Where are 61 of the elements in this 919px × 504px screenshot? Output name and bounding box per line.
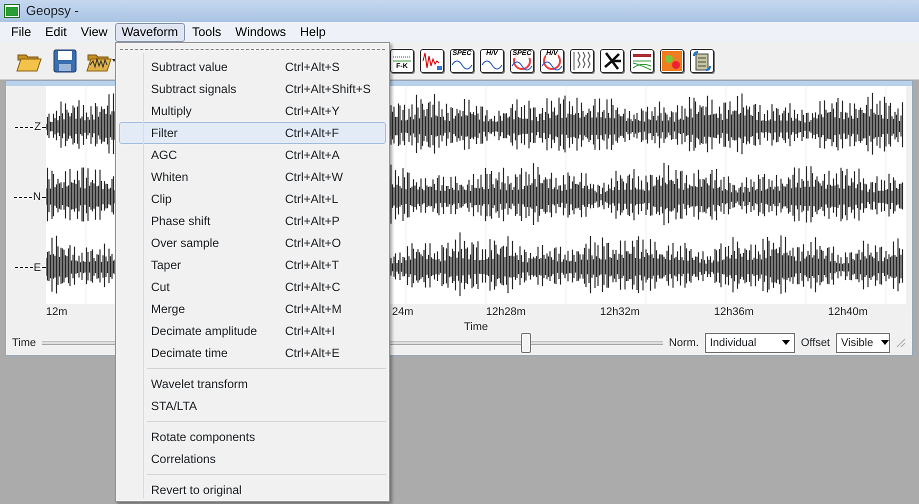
menu-item[interactable]: Tools xyxy=(185,22,228,42)
tick-mark xyxy=(14,267,33,268)
slider-thumb[interactable] xyxy=(521,332,532,353)
axis-tick-label: 12h40m xyxy=(828,304,868,320)
menu-item[interactable]: File xyxy=(4,22,38,42)
axis-tick-label: 12h36m xyxy=(714,304,754,320)
window-title: Geopsy - xyxy=(26,2,79,20)
trace-label: N xyxy=(33,190,41,206)
menu-item[interactable]: Edit xyxy=(38,22,74,42)
menu-item[interactable]: STA/LTA xyxy=(119,395,386,417)
menu-item[interactable]: Revert to original xyxy=(119,479,386,501)
menu-item[interactable]: Wavelet transform xyxy=(119,373,386,395)
menu-item[interactable]: Subtract value Ctrl+Alt+S xyxy=(119,56,386,78)
menu-item[interactable]: Decimate time Ctrl+Alt+E xyxy=(119,342,386,364)
map-tool-button[interactable] xyxy=(660,48,684,72)
grid-lines-icon xyxy=(391,54,413,64)
tick-mark xyxy=(15,126,34,128)
caret-icon xyxy=(881,340,890,346)
menu-item[interactable]: Whiten Ctrl+Alt+W xyxy=(119,166,386,188)
axis-tick-label: 24m xyxy=(392,304,414,320)
menu-item[interactable]: Windows xyxy=(228,22,293,42)
menu-item[interactable]: Clip Ctrl+Alt+L xyxy=(119,188,386,210)
normalization-dropdown[interactable]: Individual xyxy=(704,332,795,353)
slider-label: Time xyxy=(12,336,36,350)
menu-item[interactable]: Multiply Ctrl+Alt+Y xyxy=(119,100,386,122)
trace-label: Z xyxy=(34,120,41,135)
menu-item[interactable]: Over sample Ctrl+Alt+O xyxy=(119,232,386,254)
menu-item[interactable]: Correlations xyxy=(119,448,386,470)
polar-tool-button[interactable] xyxy=(600,48,624,72)
dispersion-tool-button[interactable] xyxy=(630,48,654,72)
document-arrows-icon xyxy=(691,50,713,72)
menu-item[interactable]: Help xyxy=(292,22,333,42)
trace-label: E xyxy=(34,260,41,276)
menu-item[interactable]: View xyxy=(74,22,115,42)
menu-item[interactable]: Filter Ctrl+Alt+F xyxy=(119,122,386,144)
axis-tick-label: 12m xyxy=(46,304,68,320)
menu-item[interactable]: Waveform xyxy=(114,22,186,42)
menu-item[interactable]: Taper Ctrl+Alt+T xyxy=(119,254,386,276)
axis-title: Time xyxy=(464,320,488,335)
app-icon xyxy=(4,4,20,18)
wavy-lines-icon xyxy=(571,50,593,72)
axis-tick-label: 12h32m xyxy=(600,304,640,320)
color-map-icon xyxy=(661,50,683,72)
menu-item[interactable]: Merge Ctrl+Alt+M xyxy=(119,298,386,320)
field-label: Norm. xyxy=(668,336,699,350)
wave-curve-icon xyxy=(481,60,503,70)
caret-icon xyxy=(782,340,790,346)
traces-tool-button[interactable] xyxy=(570,48,594,72)
menu-item[interactable]: Phase shift Ctrl+Alt+P xyxy=(119,210,386,232)
menu-item[interactable]: Cut Ctrl+Alt+C xyxy=(119,276,386,298)
wave-curve-icon xyxy=(451,60,473,70)
axis-tick-label: 12h28m xyxy=(486,304,526,320)
menu-item[interactable]: AGC Ctrl+Alt+A xyxy=(119,144,386,166)
offset-dropdown[interactable]: Visible xyxy=(836,332,890,353)
field-label: Offset xyxy=(800,336,830,350)
tick-mark xyxy=(14,196,32,198)
menu-item[interactable]: Decimate amplitude Ctrl+Alt+I xyxy=(119,320,386,342)
menu-item[interactable]: Rotate components xyxy=(119,426,386,448)
menu-item[interactable]: Subtract signals Ctrl+Alt+Shift+S xyxy=(119,78,386,100)
damping-tool-button[interactable] xyxy=(420,48,444,72)
tables-tool-button[interactable] xyxy=(690,48,714,72)
